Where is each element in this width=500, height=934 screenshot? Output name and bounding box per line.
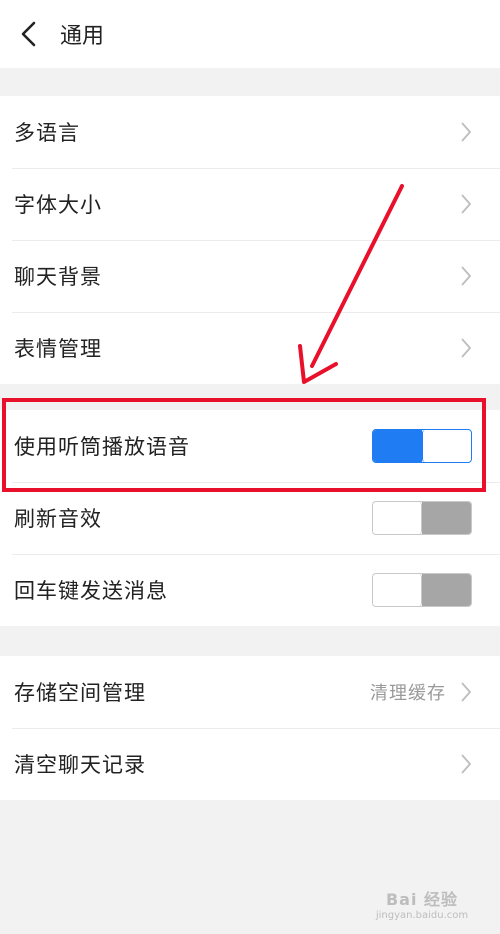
earpiece-toggle[interactable] [372,429,472,463]
chevron-right-icon [460,193,472,215]
toggle-fill [422,502,471,534]
refresh-sound-toggle[interactable] [372,501,472,535]
toggle-knob [373,502,422,534]
row-enter-to-send: 回车键发送消息 [0,554,500,626]
header-bar: 通用 [0,0,500,68]
row-refresh-sound: 刷新音效 [0,482,500,554]
chevron-right-icon [460,681,472,703]
toggle-knob [422,430,471,462]
row-language[interactable]: 多语言 [0,96,500,168]
row-right: 清理缓存 [370,679,472,705]
enter-send-toggle[interactable] [372,573,472,607]
row-label: 表情管理 [14,337,102,361]
page-title: 通用 [60,24,105,49]
settings-group-audio: 使用听筒播放语音 刷新音效 回车键发送消息 [0,410,500,626]
row-label: 清空聊天记录 [14,753,146,777]
chevron-right-icon [460,753,472,775]
clear-cache-hint: 清理缓存 [370,683,446,704]
row-font-size[interactable]: 字体大小 [0,168,500,240]
chevron-right-icon [460,265,472,287]
chevron-right-icon [460,121,472,143]
toggle-knob [373,574,422,606]
row-label: 多语言 [14,121,80,145]
baidu-watermark: Bai 经验 jingyan.baidu.com [362,886,482,921]
back-button[interactable] [0,0,56,68]
row-earpiece-playback: 使用听筒播放语音 [0,410,500,482]
row-label: 使用听筒播放语音 [14,435,190,459]
row-label: 存储空间管理 [14,681,146,705]
row-clear-chat-history[interactable]: 清空聊天记录 [0,728,500,800]
row-label: 字体大小 [14,193,102,217]
row-label: 回车键发送消息 [14,579,168,603]
chevron-left-icon [21,21,36,47]
row-label: 聊天背景 [14,265,102,289]
toggle-fill [373,430,422,462]
toggle-fill [422,574,471,606]
row-label: 刷新音效 [14,507,102,531]
settings-group-storage: 存储空间管理 清理缓存 清空聊天记录 [0,656,500,800]
watermark-logo: Bai 经验 [385,889,459,909]
settings-group-display: 多语言 字体大小 聊天背景 表情管理 [0,96,500,384]
row-storage-management[interactable]: 存储空间管理 清理缓存 [0,656,500,728]
row-chat-background[interactable]: 聊天背景 [0,240,500,312]
watermark-url: jingyan.baidu.com [375,909,469,921]
chevron-right-icon [460,337,472,359]
row-sticker-management[interactable]: 表情管理 [0,312,500,384]
